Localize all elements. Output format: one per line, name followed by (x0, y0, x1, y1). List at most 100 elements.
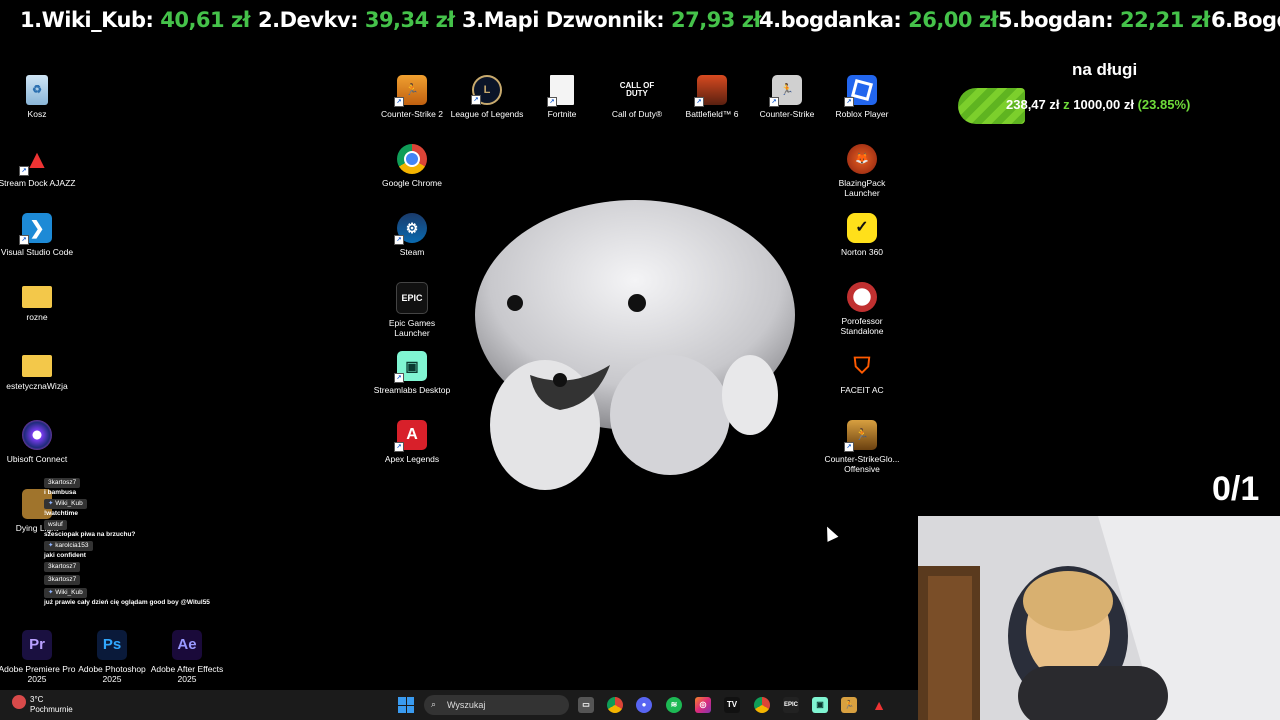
weather-icon (12, 695, 26, 709)
weather-widget[interactable]: 3°C Pochmurnie (12, 695, 73, 715)
epic-icon: EPIC (396, 282, 428, 314)
battlefield-icon: ↗ (694, 75, 727, 107)
icon-label: Kosz (27, 109, 47, 119)
lol-icon: L ↗ (471, 75, 502, 105)
chat-message: wsluf szesciopak piwa na brzuchu? (44, 520, 234, 539)
icon-label: Google Chrome (381, 178, 442, 188)
stream-dock-icon: ▲ ↗ (19, 144, 52, 176)
chat-message: 3kartosz7 (44, 562, 234, 573)
chrome-active-icon[interactable] (754, 697, 770, 713)
vscode-icon: ❯ ↗ (19, 213, 52, 245)
weather-temp: 3°C (30, 695, 44, 704)
desktop-icon-lol[interactable]: L ↗ League of Legends (447, 75, 527, 119)
ticker-item: 3.Mapi Dzwonnik: 27,93 zł (462, 8, 761, 32)
desktop-icon-chrome[interactable]: Google Chrome (372, 144, 452, 188)
icon-label: League of Legends (450, 109, 524, 119)
counter: 0/1 (1212, 470, 1260, 508)
icon-label: FACEIT AC (840, 385, 884, 395)
recycle-bin-icon: ♻ (26, 75, 48, 105)
chat-username: Wiki_Kub (44, 499, 87, 509)
desktop-icon-apex[interactable]: A ↗ Apex Legends (372, 420, 452, 464)
polar-bear-wallpaper (475, 200, 795, 490)
bear-eye (507, 295, 523, 311)
desktop-icon-battlefield[interactable]: ↗ Battlefield™ 6 (672, 75, 752, 119)
icon-label: Ubisoft Connect (6, 454, 68, 464)
csgo-taskbar-icon[interactable]: 🏃 (841, 697, 857, 713)
ubisoft-icon (22, 420, 52, 450)
cod-icon: CALL OF DUTY (619, 81, 655, 98)
desktop-icon-porofessor[interactable]: Porofessor Standalone (822, 282, 902, 336)
epic-taskbar-icon[interactable]: EPIC (783, 697, 799, 713)
desktop-icon-fortnite[interactable]: ↗ Fortnite (522, 75, 602, 119)
ticker-item: 1.Wiki_Kub: 40,61 zł (20, 8, 250, 32)
start-button[interactable] (398, 697, 414, 713)
search-placeholder: Wyszukaj (447, 700, 486, 710)
chat-message: 3kartosz7 i bambusa (44, 478, 234, 497)
chrome-taskbar-icon[interactable] (607, 697, 623, 713)
icon-label: Visual Studio Code (0, 247, 74, 257)
stream-dock-taskbar-icon[interactable]: ▲ (871, 697, 887, 713)
icon-label: Stream Dock AJAZZ (0, 178, 76, 188)
desktop-icon-counter-strike[interactable]: 🏃 ↗ Counter-Strike (747, 75, 827, 119)
goal-progress-text: 238,47 zł z 1000,00 zł (23.85%) (1006, 97, 1191, 112)
desktop-icon-ubisoft[interactable]: Ubisoft Connect (0, 420, 77, 464)
desktop-icon-folder-rozne[interactable]: rozne (0, 282, 77, 322)
faceit-icon: ⛉ (853, 353, 871, 378)
streamlabs-icon: ▣ ↗ (394, 351, 427, 383)
chat-overlay: 3kartosz7i bambusaWiki_Kub!watchtimewslu… (44, 478, 234, 609)
porofessor-icon (847, 282, 877, 312)
chat-username: 3kartosz7 (44, 478, 81, 488)
desktop-icon-stream-dock[interactable]: ▲ ↗ Stream Dock AJAZZ (0, 144, 77, 188)
icon-label: Roblox Player (835, 109, 889, 119)
chat-text: i bambusa (44, 489, 77, 496)
desktop-icon-epic[interactable]: EPIC Epic Games Launcher (372, 282, 452, 338)
chat-text: szesciopak piwa na brzuchu? (44, 531, 136, 538)
roblox-icon: ↗ (844, 75, 877, 107)
chat-message: Wiki_Kub!watchtime (44, 499, 234, 518)
donation-ticker: 1.Wiki_Kub: 40,61 zł 2.Devkv: 39,34 zł 3… (0, 0, 1280, 44)
task-view-icon[interactable]: ▭ (578, 697, 594, 713)
desktop-icon-faceit[interactable]: ⛉ FACEIT AC (822, 351, 902, 396)
webcam-feed (918, 516, 1280, 720)
desktop-icon-cs2[interactable]: 🏃 ↗ Counter-Strike 2 (372, 75, 452, 119)
instagram-icon[interactable]: ◎ (695, 697, 711, 713)
goal-progress-bar: 238,47 zł z 1000,00 zł (23.85%) (958, 88, 1240, 124)
chat-username: 3kartosz7 (44, 562, 81, 572)
chrome-icon (397, 144, 427, 174)
file-icon: ↗ (547, 75, 574, 107)
premiere-icon: Pr (22, 630, 52, 660)
icon-label: Fortnite (547, 109, 577, 119)
discord-icon[interactable]: ● (636, 697, 652, 713)
desktop-icon-streamlabs[interactable]: ▣ ↗ Streamlabs Desktop (372, 351, 452, 395)
icon-label: Adobe Premiere Pro 2025 (0, 664, 76, 684)
chat-message: 3kartosz7 (44, 575, 234, 586)
desktop-icon-after-effects[interactable]: Ae Adobe After Effects 2025 (147, 630, 227, 684)
desktop-icon-recycle-bin[interactable]: ♻ Kosz (0, 75, 77, 119)
cs2-icon: 🏃 ↗ (394, 75, 427, 107)
blazingpack-icon: 🦊 (847, 144, 877, 174)
desktop-icon-premiere[interactable]: Pr Adobe Premiere Pro 2025 (0, 630, 77, 684)
icon-label: BlazingPack Launcher (838, 178, 886, 198)
tradingview-icon[interactable]: TV (724, 697, 740, 713)
desktop-icon-vscode[interactable]: ❯ ↗ Visual Studio Code (0, 213, 77, 257)
desktop-icon-csgo[interactable]: 🏃 ↗ Counter-StrikeGlo... Offensive (822, 420, 902, 474)
desktop-icon-photoshop[interactable]: Ps Adobe Photoshop 2025 (72, 630, 152, 684)
csgo-icon: 🏃 ↗ (844, 420, 877, 452)
search-icon: ⌕ (431, 699, 437, 709)
desktop-icon-norton[interactable]: ✓ Norton 360 (822, 213, 902, 257)
taskbar-search[interactable]: ⌕ Wyszukaj (424, 695, 569, 715)
spotify-icon[interactable]: ≋ (666, 697, 682, 713)
icon-label: Counter-Strike (759, 109, 815, 119)
desktop-icon-blazingpack[interactable]: 🦊 BlazingPack Launcher (822, 144, 902, 198)
after-effects-icon: Ae (172, 630, 202, 660)
desktop-icon-cod[interactable]: CALL OF DUTY Call of Duty® (597, 75, 677, 120)
desktop-icon-folder-estetyczna[interactable]: estetycznaWizja (0, 351, 77, 391)
icon-label: Battlefield™ 6 (685, 109, 739, 119)
chat-message: Wiki_Kubjuż prawie cały dzień cię ogląda… (44, 588, 234, 607)
bear-eye (628, 294, 646, 312)
desktop-icon-steam[interactable]: ⚙ ↗ Steam (372, 213, 452, 257)
ticker-item: 5.bogdan: 22,21 zł (998, 8, 1210, 32)
streamlabs-taskbar-icon[interactable]: ▣ (812, 697, 828, 713)
desktop-icon-roblox[interactable]: ↗ Roblox Player (822, 75, 902, 119)
icon-label: Adobe After Effects 2025 (150, 664, 224, 684)
